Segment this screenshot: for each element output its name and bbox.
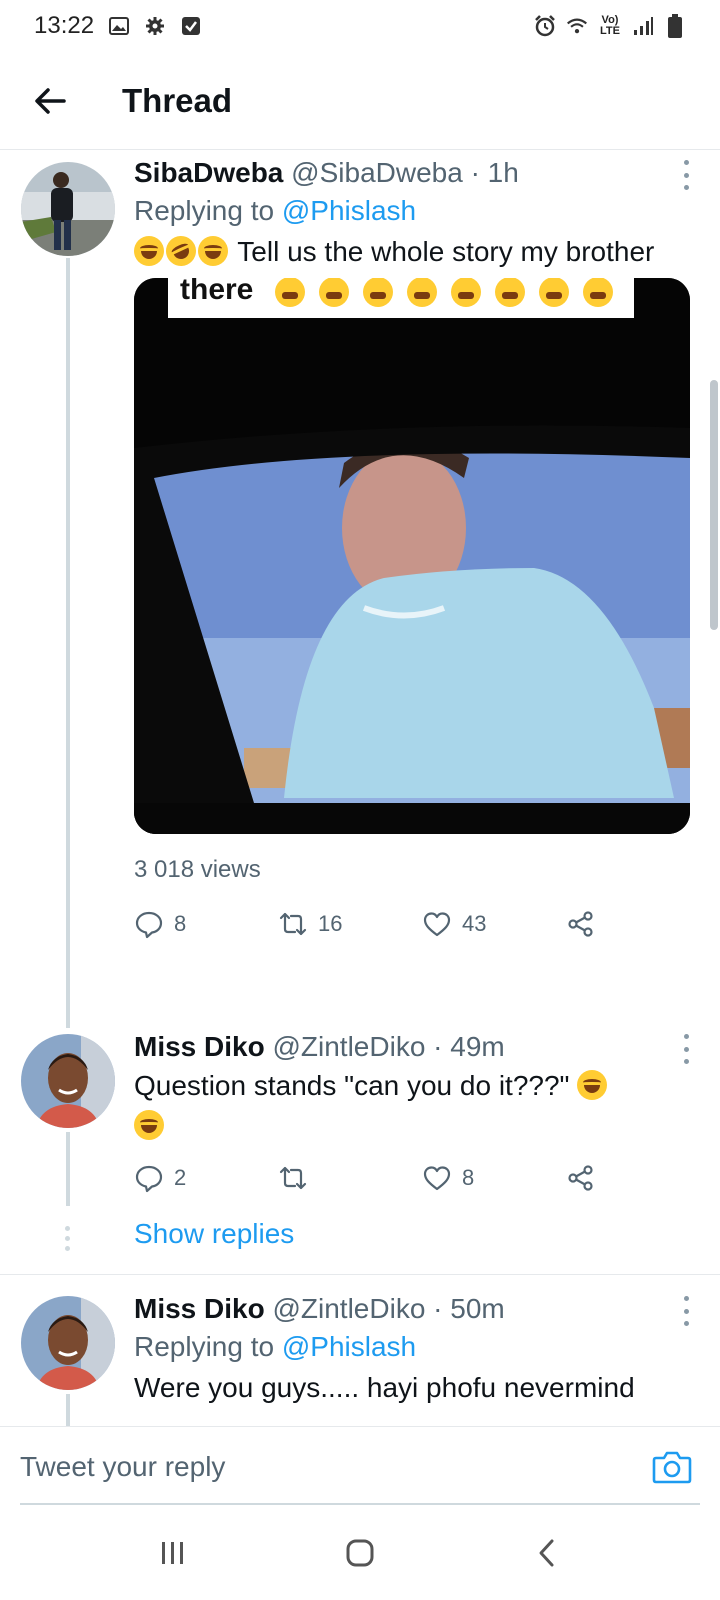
media-caption: there [180, 278, 253, 306]
rolling-laughing-emoji-icon [161, 231, 201, 271]
tears-of-joy-emoji-icon [577, 1070, 608, 1100]
home-button[interactable] [330, 1523, 390, 1583]
replying-to-link[interactable]: @Phislash [282, 1331, 416, 1362]
like-count: 43 [462, 911, 487, 936]
like-count: 8 [462, 1165, 475, 1190]
scrollbar[interactable] [710, 380, 718, 630]
share-icon [568, 911, 593, 937]
arrow-left-icon [35, 87, 66, 114]
reply-button[interactable]: 2 [134, 1163, 278, 1193]
avatar[interactable] [21, 1034, 115, 1128]
thread-line [66, 1132, 70, 1206]
tears-of-joy-emoji-icon [198, 236, 228, 266]
replying-to: Replying to @Phislash [134, 1326, 700, 1368]
heart-icon [423, 1166, 451, 1191]
battery-icon [664, 14, 686, 38]
show-replies-link[interactable]: Show replies [134, 1218, 294, 1250]
share-button[interactable] [566, 909, 596, 939]
comment-icon [135, 911, 163, 939]
recent-apps-button[interactable] [143, 1523, 203, 1583]
tweet-text-content: Question stands "can you do it???" [134, 1070, 570, 1101]
tweet-text: Question stands "can you do it???" [134, 1066, 700, 1146]
tweet-author-name[interactable]: SibaDweba [134, 157, 283, 188]
tears-of-joy-emoji-icon [134, 1110, 164, 1140]
heart-icon [423, 912, 451, 937]
home-icon [346, 1539, 374, 1567]
avatar[interactable] [21, 162, 115, 256]
tweet-author-handle[interactable]: @SibaDweba [291, 157, 463, 188]
tweet-text-content: Tell us the whole story my brother [237, 236, 655, 267]
tweet-author-name[interactable]: Miss Diko [134, 1031, 265, 1062]
more-options-icon[interactable] [680, 1296, 692, 1326]
tweet-reply-input[interactable] [20, 1447, 620, 1487]
divider [0, 1274, 720, 1275]
retweet-count: 16 [318, 911, 343, 936]
replying-to-link[interactable]: @Phislash [282, 195, 416, 226]
more-options-icon[interactable] [680, 1034, 692, 1064]
retweet-icon [279, 1166, 307, 1190]
retweet-button[interactable]: 16 [278, 909, 422, 939]
reply-composer [0, 1426, 720, 1506]
back-button[interactable] [22, 73, 78, 129]
tweet[interactable]: Miss Diko @ZintleDiko · 50m Replying to … [134, 1292, 700, 1408]
tweet-time: · 50m [433, 1293, 505, 1324]
page-title: Thread [122, 81, 233, 119]
replying-to-label: Replying to [134, 195, 275, 226]
tweet-author-handle[interactable]: @ZintleDiko [272, 1293, 425, 1324]
reply-count: 2 [174, 1165, 187, 1190]
camera-icon [652, 1451, 692, 1484]
status-time: 13:22 [34, 12, 95, 39]
volte-icon: Vo) LTE [600, 14, 620, 37]
comment-icon [135, 1165, 163, 1193]
view-count: 3 018 views [134, 856, 261, 883]
avatar[interactable] [21, 1296, 115, 1390]
recent-apps-icon [162, 1542, 184, 1564]
thread-line [66, 1394, 70, 1426]
reply-underline [20, 1503, 700, 1505]
more-options-icon[interactable] [680, 160, 692, 190]
replying-to: Replying to @Phislash [134, 190, 700, 232]
thread-header: Thread [0, 52, 720, 150]
like-button[interactable]: 43 [422, 909, 566, 939]
image-icon [108, 15, 130, 37]
tweet[interactable]: Miss Diko @ZintleDiko · 49m Question sta… [134, 1030, 700, 1196]
alarm-icon [534, 15, 556, 37]
signal-icon [632, 15, 654, 37]
tweet-text-content: Were you guys..... hayi phofu nevermind [134, 1372, 635, 1403]
tweet-time: · 1h [470, 157, 519, 188]
checkbox-icon [180, 15, 202, 37]
tweet-author-handle[interactable]: @ZintleDiko [272, 1031, 425, 1062]
share-button[interactable] [566, 1163, 596, 1193]
tears-of-joy-emoji-icon [134, 236, 164, 266]
back-nav-button[interactable] [517, 1523, 577, 1583]
tweet-text: Tell us the whole story my brother [134, 231, 700, 272]
chevron-left-icon [539, 1539, 554, 1567]
tweet[interactable]: SibaDweba @SibaDweba · 1h Replying to @P… [134, 156, 700, 942]
tweet-text: Were you guys..... hayi phofu nevermind [134, 1368, 700, 1408]
tweet-author-name[interactable]: Miss Diko [134, 1293, 265, 1324]
tweet-actions: 2 8 [134, 1160, 700, 1196]
status-bar: 13:22 Vo) LTE [0, 0, 720, 52]
tweet-media[interactable]: there [134, 278, 690, 834]
thread-continuation-dots [64, 1226, 70, 1251]
retweet-button[interactable] [278, 1163, 422, 1193]
tweet-actions: 8 16 43 [134, 906, 700, 942]
retweet-icon [279, 912, 307, 936]
tweet-time: · 49m [433, 1031, 505, 1062]
gear-icon [144, 15, 166, 37]
reply-button[interactable]: 8 [134, 909, 278, 939]
like-button[interactable]: 8 [422, 1163, 566, 1193]
share-icon [568, 1165, 593, 1191]
thread-line [66, 258, 70, 1028]
replying-to-label: Replying to [134, 1331, 275, 1362]
camera-button[interactable] [652, 1449, 692, 1485]
wifi-icon [566, 15, 588, 37]
reply-count: 8 [174, 911, 187, 936]
system-nav-bar [0, 1506, 720, 1600]
